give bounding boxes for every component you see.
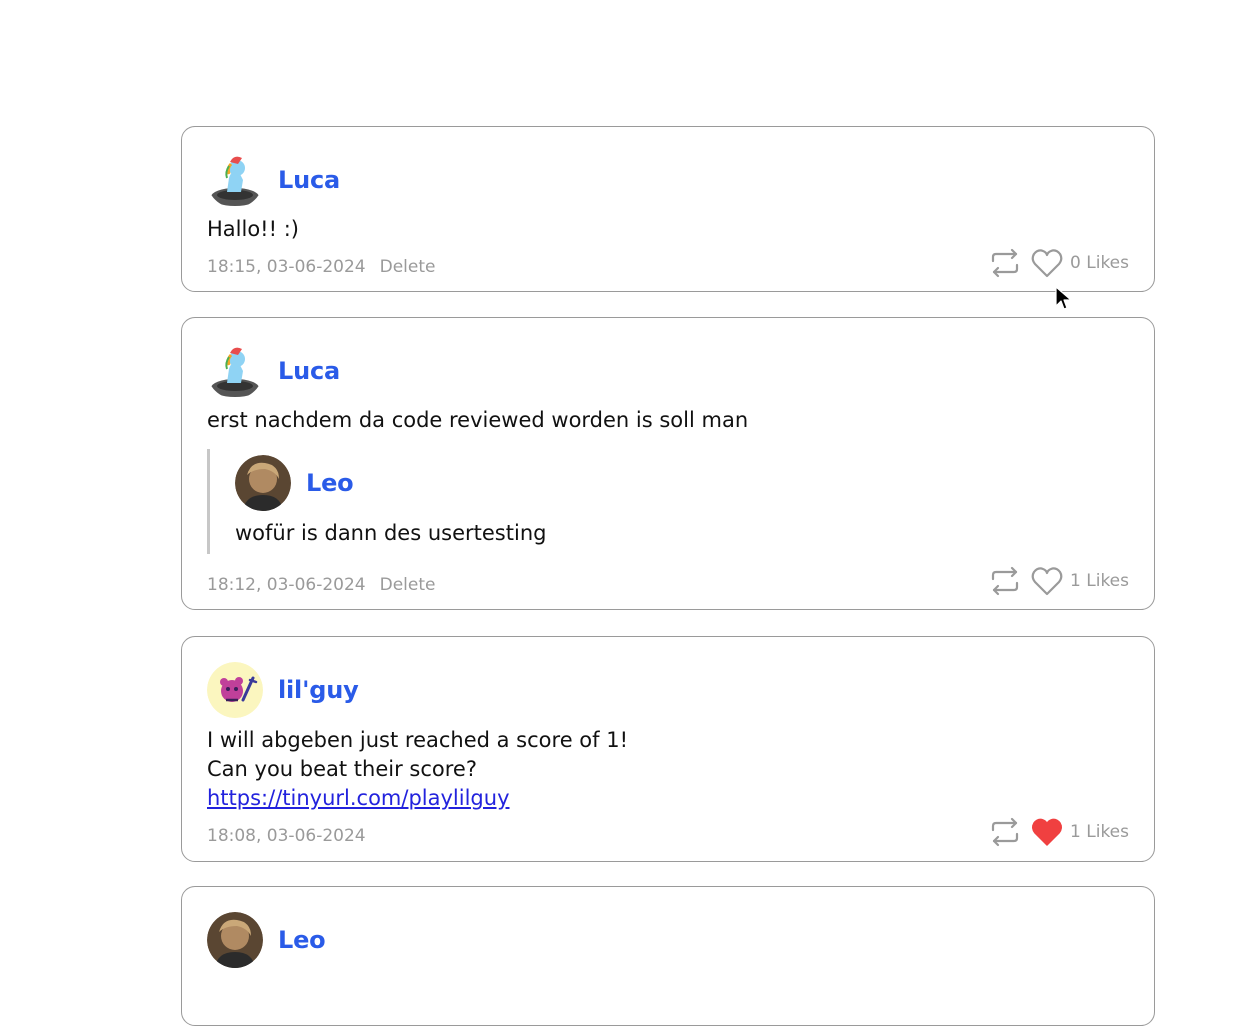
post-actions: 1 Likes [988, 564, 1129, 598]
repost-icon[interactable] [988, 246, 1022, 280]
post-meta: 18:12, 03-06-2024 Delete [207, 575, 435, 595]
delete-button[interactable]: Delete [380, 257, 436, 277]
post-timestamp: 18:08, 03-06-2024 [207, 826, 366, 846]
post-header: Luca [207, 343, 340, 399]
repost-icon[interactable] [988, 815, 1022, 849]
post-text: I will abgeben just reached a score of 1… [207, 726, 628, 813]
repost-icon[interactable] [988, 564, 1022, 598]
post-username[interactable]: Leo [278, 926, 326, 954]
quoted-post[interactable]: Leo wofür is dann des usertesting [207, 449, 810, 554]
post-username[interactable]: Luca [278, 357, 340, 385]
post-text-line: I will abgeben just reached a score of 1… [207, 728, 628, 752]
post-text: erst nachdem da code reviewed worden is … [207, 408, 749, 432]
quoted-text: wofür is dann des usertesting [235, 521, 547, 545]
pony-figure-avatar[interactable] [207, 152, 263, 208]
leo-photo-avatar[interactable] [207, 912, 263, 968]
pony-figure-avatar[interactable] [207, 343, 263, 399]
post-timestamp: 18:12, 03-06-2024 [207, 575, 366, 595]
post-header: Leo [207, 912, 326, 968]
heart-outline-icon[interactable] [1030, 564, 1064, 598]
delete-button[interactable]: Delete [380, 575, 436, 595]
heart-filled-icon[interactable] [1030, 815, 1064, 849]
mouse-cursor-icon [1055, 286, 1072, 310]
post-card: Luca Hallo!! :) 18:15, 03-06-2024 Delete … [181, 126, 1155, 292]
post-actions: 0 Likes [988, 246, 1129, 280]
post-card: lil'guy I will abgeben just reached a sc… [181, 636, 1155, 862]
post-actions: 1 Likes [988, 815, 1129, 849]
post-username[interactable]: lil'guy [278, 676, 359, 704]
post-header: lil'guy [207, 662, 359, 718]
post-text: Hallo!! :) [207, 217, 299, 241]
like-count: 0 Likes [1070, 253, 1129, 273]
lilguy-mascot-avatar[interactable] [207, 662, 263, 718]
post-header: Luca [207, 152, 340, 208]
heart-outline-icon[interactable] [1030, 246, 1064, 280]
post-username[interactable]: Luca [278, 166, 340, 194]
like-count: 1 Likes [1070, 822, 1129, 842]
quoted-post-header: Leo [235, 455, 354, 511]
post-card: Leo [181, 886, 1155, 1026]
score-link[interactable]: https://tinyurl.com/playlilguy [207, 786, 510, 810]
post-meta: 18:15, 03-06-2024 Delete [207, 257, 435, 277]
quoted-username[interactable]: Leo [306, 469, 354, 497]
post-text-line: Can you beat their score? [207, 757, 477, 781]
leo-photo-avatar[interactable] [235, 455, 291, 511]
like-count: 1 Likes [1070, 571, 1129, 591]
post-card: Luca erst nachdem da code reviewed worde… [181, 317, 1155, 610]
post-timestamp: 18:15, 03-06-2024 [207, 257, 366, 277]
post-meta: 18:08, 03-06-2024 [207, 826, 366, 846]
